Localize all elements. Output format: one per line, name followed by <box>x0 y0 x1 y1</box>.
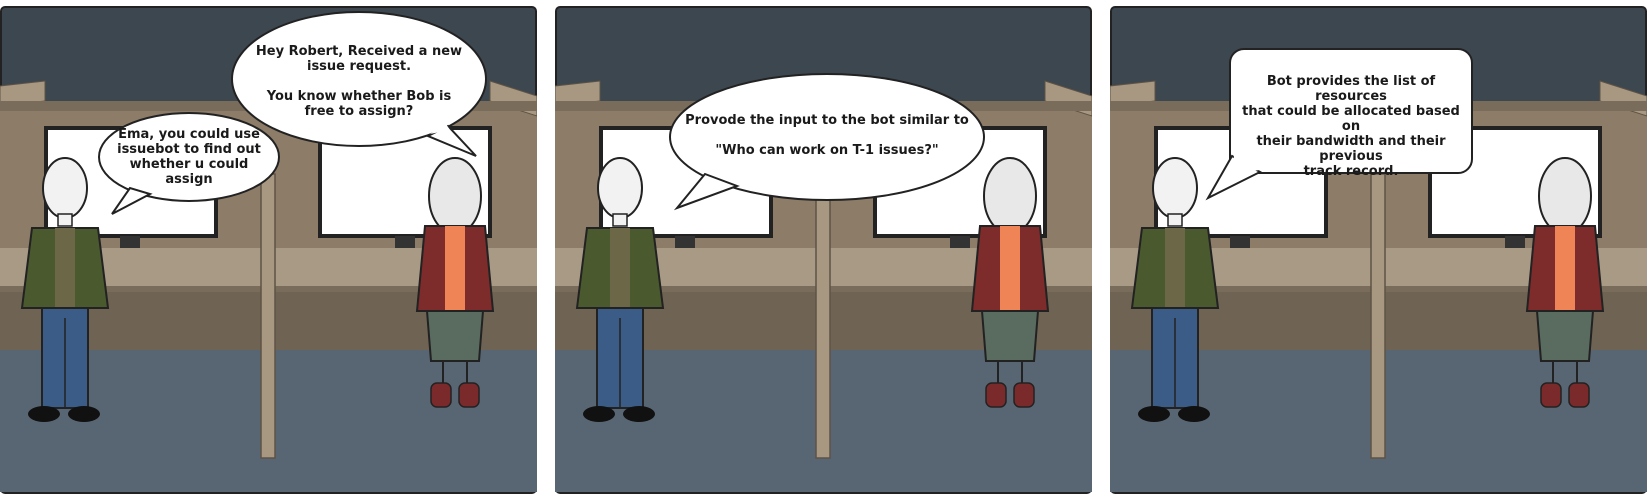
speech-bubble-text: Hey Robert, Received a new issue request… <box>255 44 463 119</box>
speech-bubble-text: Ema, you could use issuebot to find out … <box>117 127 261 187</box>
comic-panel-3: Bot provides the list of resources that … <box>1110 6 1647 494</box>
comic-panel-2: Provode the input to the bot similar to … <box>555 6 1092 494</box>
speech-bubble-text: Provode the input to the bot similar to … <box>685 113 969 158</box>
speech-bubble-text: Bot provides the list of resources that … <box>1242 74 1460 179</box>
comic-panel-1: Hey Robert, Received a new issue request… <box>0 6 537 494</box>
